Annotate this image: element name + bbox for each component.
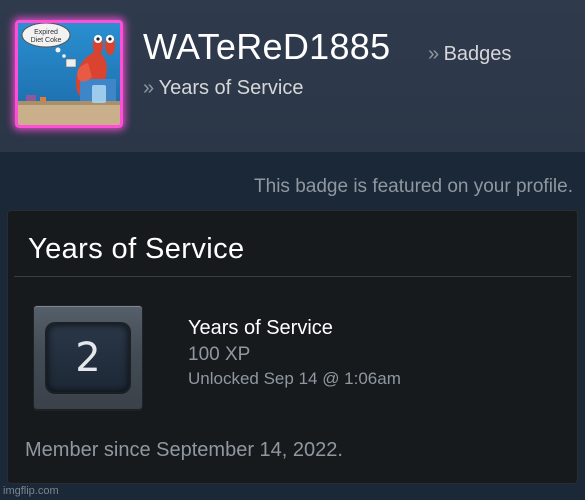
profile-avatar[interactable]: Expired Diet Coke bbox=[15, 20, 123, 128]
member-since-text: Member since September 14, 2022. bbox=[25, 439, 343, 461]
breadcrumb-separator: » bbox=[428, 43, 440, 65]
watermark: imgflip.com bbox=[3, 485, 59, 497]
breadcrumb-badges-link[interactable]: Badges bbox=[444, 43, 512, 65]
avatar-caption-line1: Expired bbox=[34, 29, 58, 36]
avatar-caption-line2: Diet Coke bbox=[31, 37, 62, 44]
breadcrumb-separator: » bbox=[143, 77, 155, 99]
breadcrumb: » Badges bbox=[428, 43, 511, 66]
badge-panel-title: Years of Service bbox=[28, 233, 245, 265]
badge-unlock-date: Unlocked Sep 14 @ 1:06am bbox=[188, 369, 401, 388]
badge-detail-panel: Years of Service 2 Years of Service 100 … bbox=[7, 210, 578, 484]
featured-badge-note: This badge is featured on your profile. bbox=[254, 176, 573, 197]
avatar-image: Expired Diet Coke bbox=[18, 23, 120, 125]
persona-name[interactable]: WATeReD1885 bbox=[143, 26, 390, 68]
years-of-service-badge-icon: 2 bbox=[34, 306, 142, 410]
badge-name: Years of Service bbox=[188, 317, 333, 339]
badge-xp: 100 XP bbox=[188, 344, 251, 365]
badge-screen: 2 bbox=[47, 324, 129, 392]
breadcrumb-current: » Years of Service bbox=[143, 77, 303, 100]
profile-header: Expired Diet Coke WATeReD1885 » Badges »… bbox=[0, 0, 585, 152]
panel-divider bbox=[14, 276, 571, 277]
breadcrumb-current-label[interactable]: Years of Service bbox=[159, 77, 304, 99]
badge-level-number: 2 bbox=[75, 335, 101, 381]
